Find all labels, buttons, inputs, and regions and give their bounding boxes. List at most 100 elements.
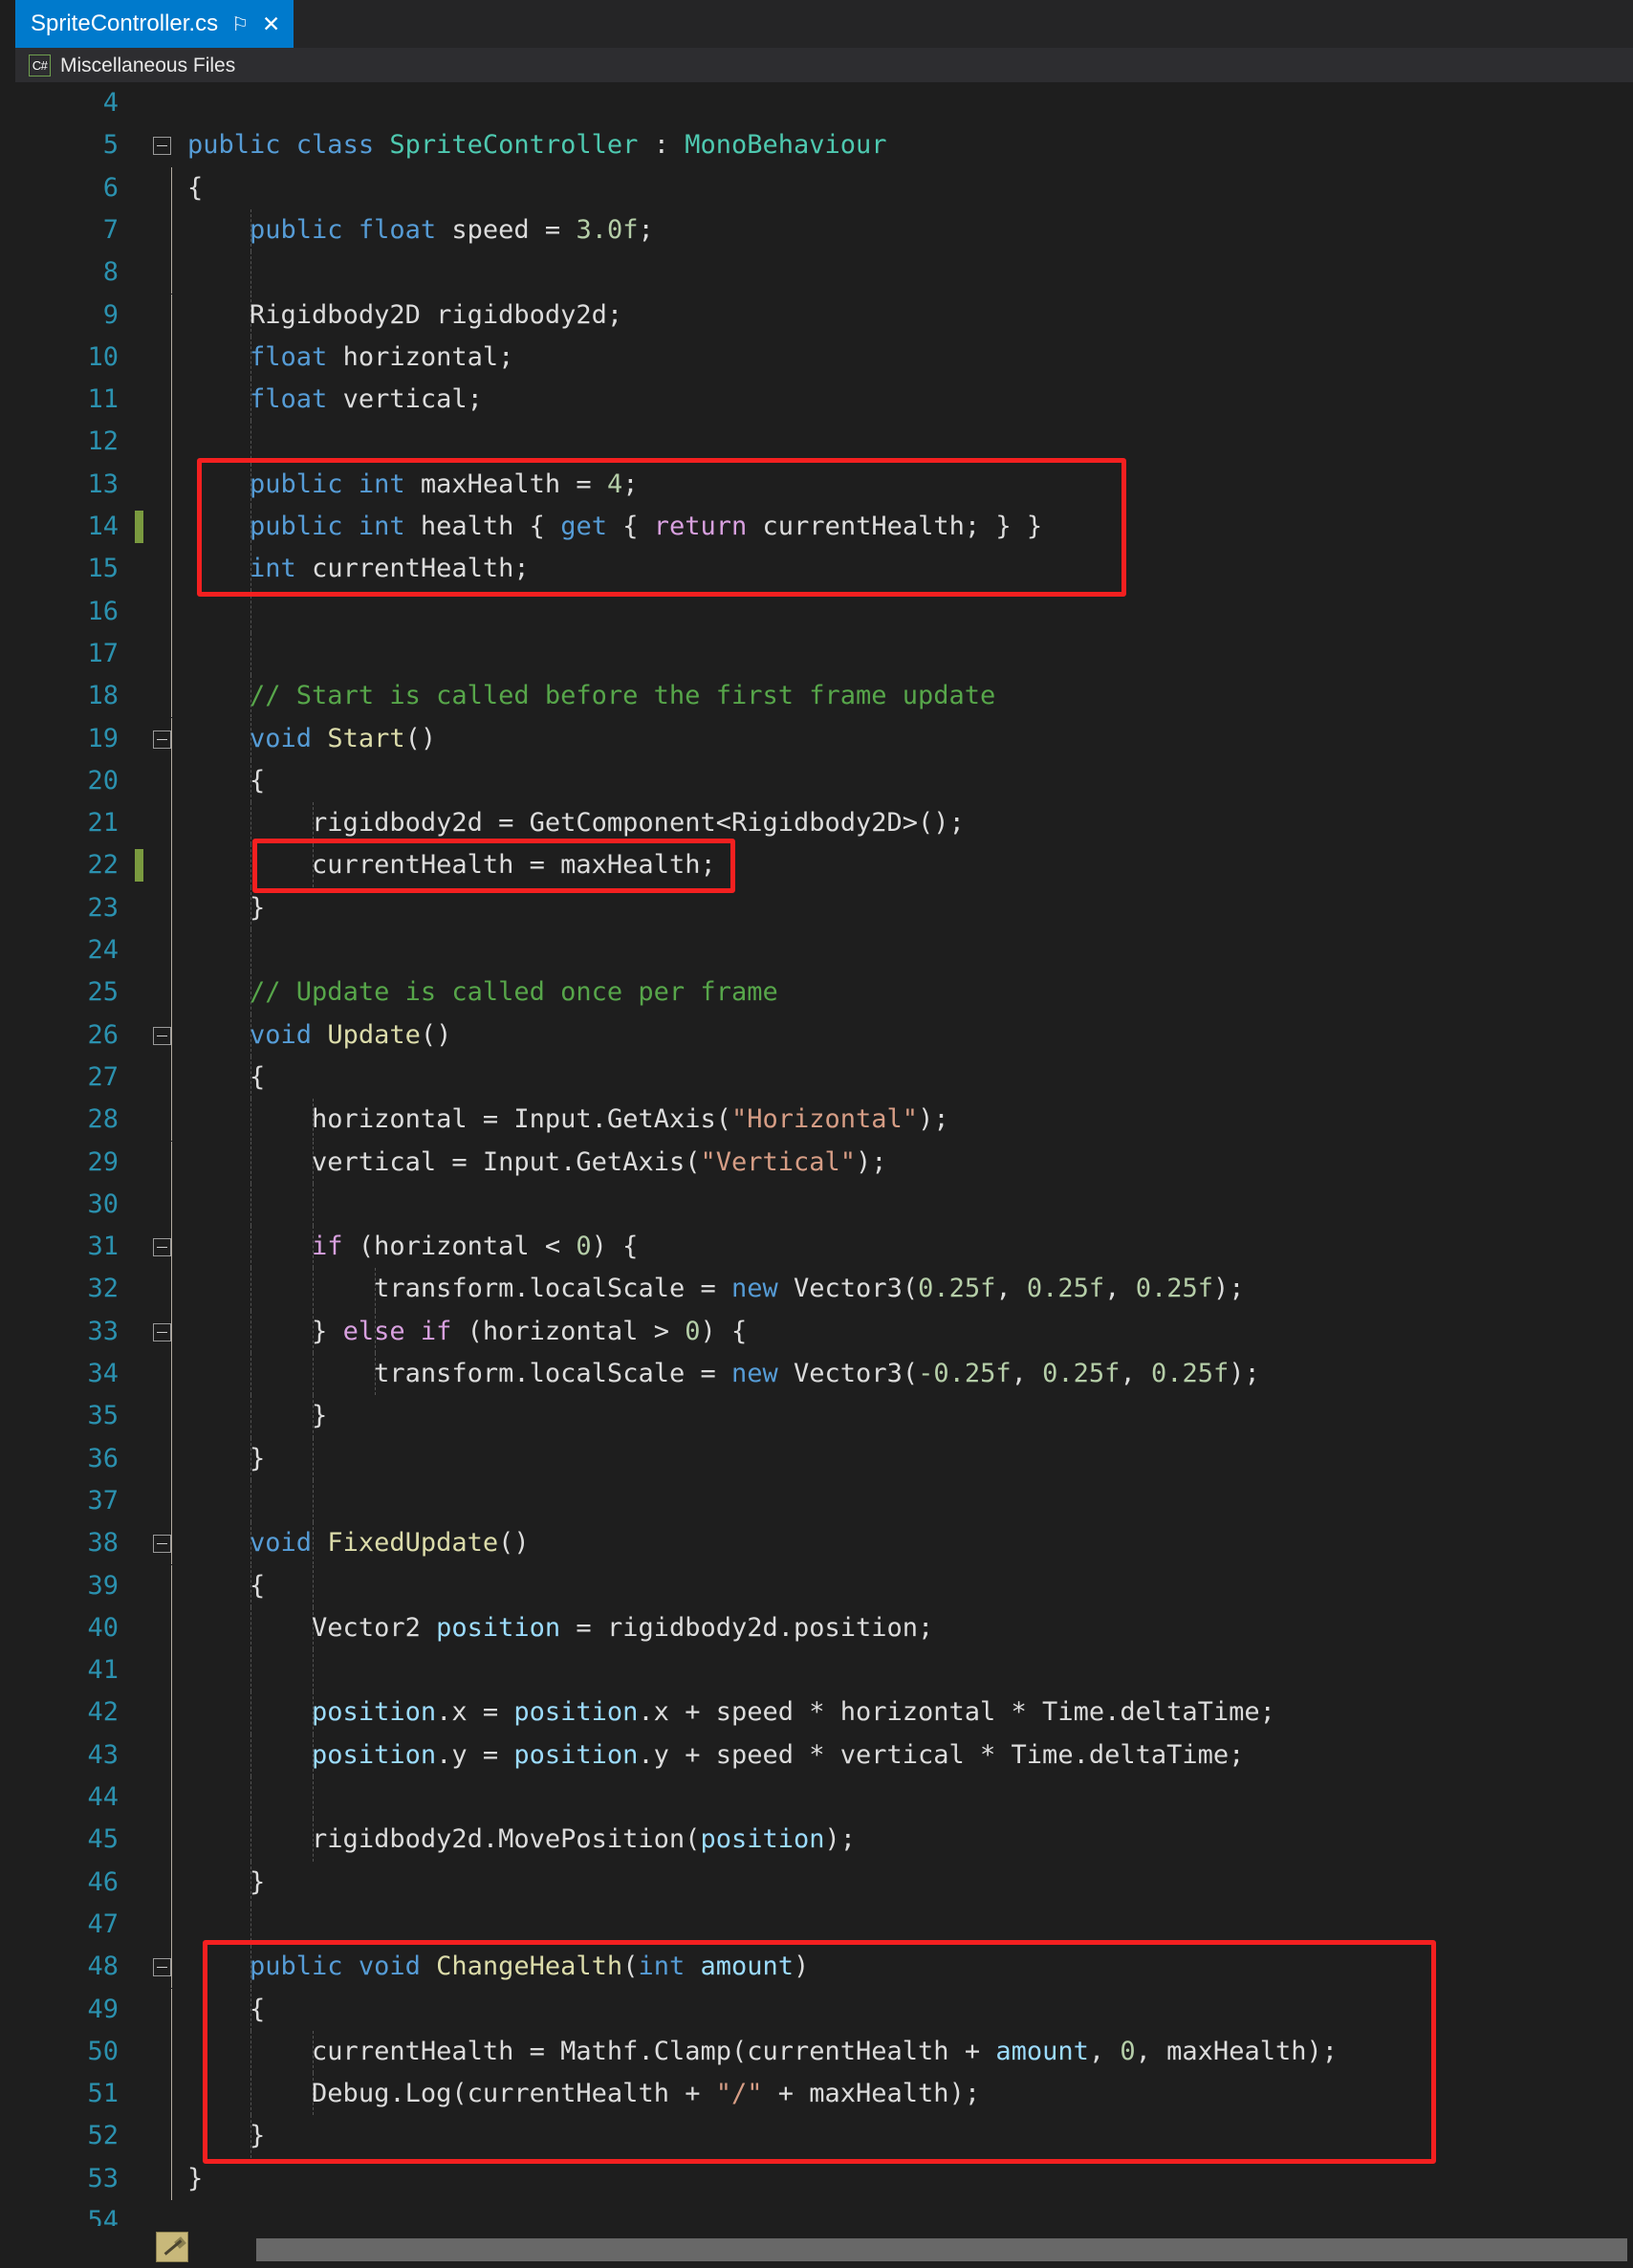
code-line[interactable]: 44 [15,1777,1633,1820]
code-text[interactable]: public class SpriteController : MonoBeha… [187,124,887,166]
code-line[interactable]: 50 currentHealth = Mathf.Clamp(currentHe… [15,2030,1633,2074]
code-line[interactable]: 38 void FixedUpdate() [15,1522,1633,1565]
code-line[interactable]: 10 float horizontal; [15,336,1633,380]
code-text[interactable]: { [187,1989,265,2031]
code-line[interactable]: 13 public int maxHealth = 4; [15,463,1633,506]
code-line[interactable]: 22 currentHealth = maxHealth; [15,844,1633,887]
code-line[interactable]: 51 Debug.Log(currentHealth + "/" + maxHe… [15,2073,1633,2116]
code-line[interactable]: 26 void Update() [15,1014,1633,1057]
code-line[interactable]: 21 rigidbody2d = GetComponent<Rigidbody2… [15,802,1633,845]
code-text[interactable]: } [187,2115,265,2157]
code-text[interactable]: position.y = position.y + speed * vertic… [187,1734,1244,1777]
code-line[interactable]: 35 } [15,1395,1633,1438]
code-text[interactable]: position.x = position.x + speed * horizo… [187,1691,1275,1734]
code-line[interactable]: 45 rigidbody2d.MovePosition(position); [15,1819,1633,1862]
code-line[interactable]: 8 [15,251,1633,294]
code-editor[interactable]: 4 5 public class SpriteController : MonoBe… [15,82,1633,2268]
code-line[interactable]: 48 public void ChangeHealth(int amount) [15,1946,1633,1989]
code-text[interactable]: { [187,1565,265,1607]
code-lines-container[interactable]: 4 5 public class SpriteController : MonoBe… [15,82,1633,2268]
edit-pencil-icon[interactable] [156,2232,188,2262]
code-line[interactable]: 14 public int health { get { return curr… [15,506,1633,549]
code-text[interactable]: // Start is called before the first fram… [187,675,995,717]
code-text[interactable]: public int health { get { return current… [187,506,1042,548]
code-line[interactable]: 49 { [15,1988,1633,2031]
code-text[interactable]: rigidbody2d.MovePosition(position); [187,1819,856,1861]
code-line[interactable]: 39 { [15,1564,1633,1607]
code-text[interactable]: public void ChangeHealth(int amount) [187,1946,809,1988]
code-line[interactable]: 19 void Start() [15,717,1633,760]
code-line[interactable]: 37 [15,1479,1633,1523]
code-text[interactable]: horizontal = Input.GetAxis("Horizontal")… [187,1099,949,1141]
collapse-region-icon[interactable] [153,1535,171,1554]
code-line[interactable]: 53} [15,2157,1633,2200]
code-text[interactable]: vertical = Input.GetAxis("Vertical"); [187,1142,887,1184]
code-line[interactable]: 9 Rigidbody2D rigidbody2d; [15,294,1633,337]
code-text[interactable]: { [187,1057,265,1099]
code-line[interactable]: 7 public float speed = 3.0f; [15,208,1633,252]
code-line[interactable]: 24 [15,929,1633,972]
code-line[interactable]: 43 position.y = position.y + speed * ver… [15,1734,1633,1777]
code-text[interactable]: } [187,2158,203,2200]
code-text[interactable]: transform.localScale = new Vector3(-0.25… [187,1353,1260,1395]
code-text[interactable]: } else if (horizontal > 0) { [187,1311,747,1353]
horizontal-scrollbar-thumb[interactable] [256,2238,1627,2261]
code-line[interactable]: 6{ [15,166,1633,209]
code-text[interactable]: public float speed = 3.0f; [187,209,654,251]
code-line[interactable]: 41 [15,1649,1633,1692]
code-line[interactable]: 20 { [15,759,1633,803]
horizontal-scrollbar[interactable] [256,2238,1627,2261]
code-text[interactable]: { [187,760,265,802]
code-text[interactable]: float vertical; [187,379,483,421]
code-line[interactable]: 15 int currentHealth; [15,548,1633,591]
code-line[interactable]: 29 vertical = Input.GetAxis("Vertical"); [15,1141,1633,1184]
code-text[interactable]: float horizontal; [187,337,513,379]
code-text[interactable]: void Update() [187,1014,451,1057]
code-text[interactable]: currentHealth = maxHealth; [187,844,716,886]
code-line[interactable]: 27 { [15,1056,1633,1100]
code-text[interactable]: // Update is called once per frame [187,971,778,1014]
collapse-region-icon[interactable] [153,1026,171,1045]
code-text[interactable]: Vector2 position = rigidbody2d.position; [187,1607,933,1649]
code-text[interactable]: void Start() [187,718,436,760]
code-text[interactable]: } [187,1395,327,1437]
code-line[interactable]: 34 transform.localScale = new Vector3(-0… [15,1353,1633,1396]
code-text[interactable]: int currentHealth; [187,548,530,590]
code-line[interactable]: 40 Vector2 position = rigidbody2d.positi… [15,1606,1633,1650]
code-line[interactable]: 46 } [15,1861,1633,1904]
code-line[interactable]: 16 [15,590,1633,633]
code-line[interactable]: 23 } [15,886,1633,929]
code-text[interactable]: Rigidbody2D rigidbody2d; [187,294,622,337]
code-text[interactable]: { [187,167,203,209]
code-text[interactable]: } [187,1438,265,1480]
code-line[interactable]: 33 } else if (horizontal > 0) { [15,1310,1633,1353]
code-line[interactable]: 47 [15,1903,1633,1947]
code-line[interactable]: 42 position.x = position.x + speed * hor… [15,1691,1633,1734]
code-text[interactable]: currentHealth = Mathf.Clamp(currentHealt… [187,2031,1338,2073]
code-line[interactable]: 36 } [15,1437,1633,1480]
code-line[interactable]: 12 [15,421,1633,464]
code-line[interactable]: 52 } [15,2115,1633,2158]
code-line[interactable]: 11 float vertical; [15,379,1633,422]
code-line[interactable]: 4 [15,82,1633,124]
collapse-region-icon[interactable] [153,1238,171,1257]
code-line[interactable]: 31 if (horizontal < 0) { [15,1226,1633,1269]
code-line[interactable]: 32 transform.localScale = new Vector3(0.… [15,1268,1633,1311]
code-text[interactable]: void FixedUpdate() [187,1522,530,1564]
close-icon[interactable]: ✕ [262,12,280,35]
collapse-region-icon[interactable] [153,1958,171,1977]
code-text[interactable]: transform.localScale = new Vector3(0.25f… [187,1268,1244,1310]
collapse-region-icon[interactable] [153,730,171,749]
code-text[interactable]: public int maxHealth = 4; [187,464,638,506]
code-line[interactable]: 18 // Start is called before the first f… [15,675,1633,718]
code-text[interactable]: Debug.Log(currentHealth + "/" + maxHealt… [187,2073,980,2115]
pin-icon[interactable]: ⚐ [231,15,249,34]
code-line[interactable]: 25 // Update is called once per frame [15,971,1633,1014]
code-line[interactable]: 17 [15,632,1633,676]
code-line[interactable]: 30 [15,1183,1633,1227]
collapse-region-icon[interactable] [153,137,171,156]
tab-sprite-controller[interactable]: SpriteController.cs ⚐ ✕ [15,0,294,48]
code-text[interactable]: if (horizontal < 0) { [187,1226,638,1268]
code-text[interactable]: rigidbody2d = GetComponent<Rigidbody2D>(… [187,802,965,844]
collapse-region-icon[interactable] [153,1322,171,1341]
